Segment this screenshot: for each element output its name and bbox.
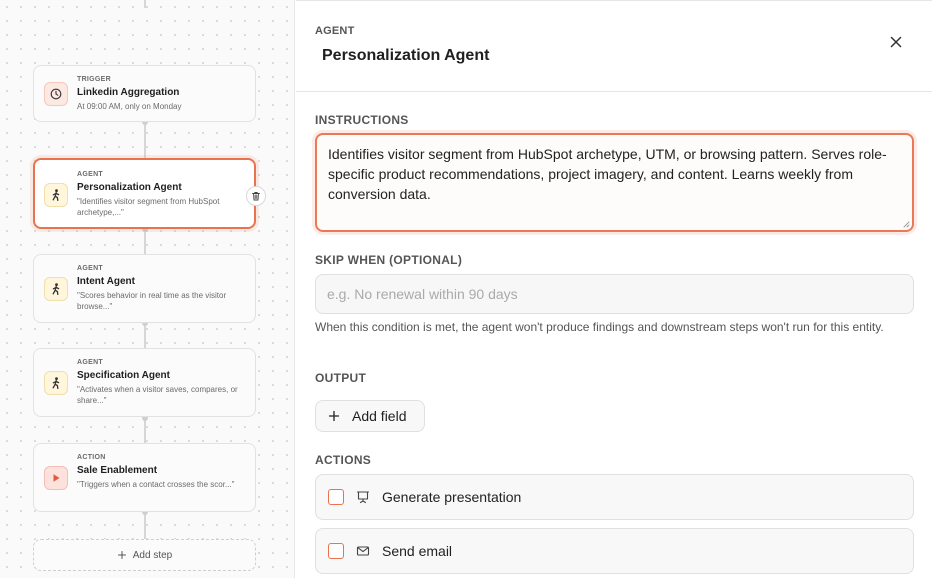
workflow-node-trigger[interactable]: TRIGGER Linkedin Aggregation At 09:00 AM… [33, 65, 256, 122]
node-kind: TRIGGER [77, 76, 111, 83]
panel-kind: AGENT [315, 25, 355, 37]
add-field-button[interactable]: Add field [315, 400, 425, 432]
agent-detail-panel: AGENT Personalization Agent INSTRUCTIONS… [296, 0, 932, 578]
skip-when-input[interactable]: e.g. No renewal within 90 days [315, 274, 914, 314]
add-step-label: Add step [132, 549, 173, 561]
instructions-label: INSTRUCTIONS [315, 113, 409, 127]
node-kind: AGENT [77, 171, 103, 178]
node-subtitle: "Scores behavior in real time as the vis… [77, 291, 227, 311]
workflow-node-intent-agent[interactable]: AGENT Intent Agent "Scores behavior in r… [33, 254, 256, 323]
close-button[interactable] [888, 34, 904, 50]
connector [144, 122, 146, 158]
agent-icon [44, 183, 68, 207]
node-title: Specification Agent [77, 370, 170, 381]
action-generate-presentation[interactable]: Generate presentation [315, 474, 914, 520]
trash-icon [252, 192, 260, 201]
node-title: Intent Agent [77, 276, 135, 287]
presentation-icon [356, 490, 370, 504]
output-label: OUTPUT [315, 371, 367, 385]
node-kind: AGENT [77, 265, 103, 272]
node-kind: ACTION [77, 454, 106, 461]
agent-icon [44, 371, 68, 395]
node-subtitle: "Triggers when a contact crosses the sco… [77, 480, 235, 489]
connector [144, 417, 146, 444]
clock-icon [44, 82, 68, 106]
connector [144, 229, 146, 254]
node-title: Linkedin Aggregation [77, 87, 180, 98]
action-label: Send email [382, 543, 453, 559]
workflow-node-specification-agent[interactable]: AGENT Specification Agent "Activates whe… [33, 348, 256, 417]
connector [144, 322, 146, 349]
action-checkbox[interactable] [328, 489, 344, 505]
resize-grip-icon[interactable] [902, 220, 910, 228]
node-title: Sale Enablement [77, 465, 158, 476]
play-icon [44, 466, 68, 490]
connector [144, 0, 146, 8]
workflow-node-sale-enablement[interactable]: ACTION Sale Enablement "Triggers when a … [33, 443, 256, 512]
close-icon [890, 36, 902, 48]
plus-icon [328, 410, 340, 422]
node-subtitle: "Identifies visitor segment from HubSpot… [77, 197, 220, 217]
add-field-label: Add field [352, 408, 407, 424]
plus-icon [117, 551, 126, 559]
delete-node-button[interactable] [246, 186, 266, 206]
instructions-textarea[interactable]: Identifies visitor segment from HubSpot … [315, 133, 914, 232]
node-kind: AGENT [77, 359, 103, 366]
add-step-button[interactable]: Add step [33, 539, 256, 571]
panel-header: AGENT Personalization Agent [296, 1, 932, 92]
agent-icon [44, 277, 68, 301]
skip-when-help-text: When this condition is met, the agent wo… [315, 320, 884, 334]
workflow-canvas[interactable]: TRIGGER Linkedin Aggregation At 09:00 AM… [0, 0, 295, 578]
skip-when-label: SKIP WHEN (OPTIONAL) [315, 253, 463, 267]
action-checkbox[interactable] [328, 543, 344, 559]
mail-icon [356, 544, 370, 558]
node-title: Personalization Agent [77, 182, 182, 193]
connector [144, 512, 146, 539]
node-subtitle: At 09:00 AM, only on Monday [77, 102, 182, 111]
action-label: Generate presentation [382, 489, 522, 505]
panel-title: Personalization Agent [322, 47, 490, 64]
node-subtitle: "Activates when a visitor saves, compare… [77, 385, 238, 405]
actions-label: ACTIONS [315, 453, 372, 467]
instructions-text: Identifies visitor segment from HubSpot … [328, 146, 887, 202]
skip-when-placeholder: e.g. No renewal within 90 days [327, 286, 518, 302]
action-send-email[interactable]: Send email [315, 528, 914, 574]
workflow-node-personalization-agent[interactable]: AGENT Personalization Agent "Identifies … [33, 158, 266, 229]
